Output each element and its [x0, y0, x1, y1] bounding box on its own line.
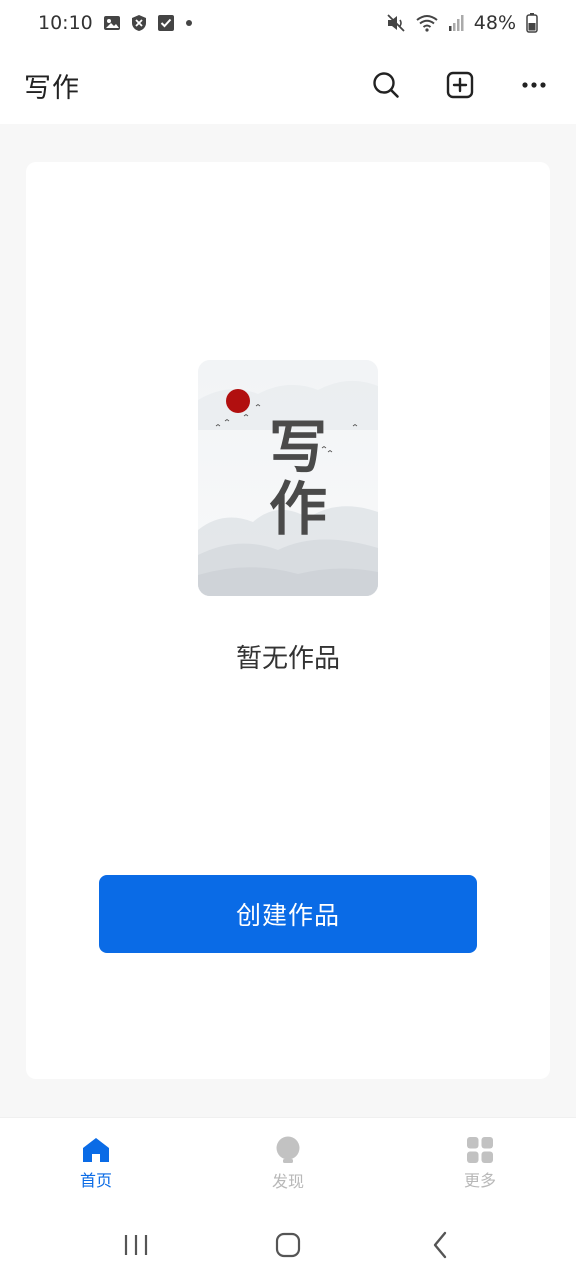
recent-apps-button[interactable] — [112, 1221, 160, 1269]
status-bar: 10:10 48% — [0, 0, 576, 46]
empty-state-text: 暂无作品 — [235, 644, 340, 674]
landscape-illustration: 写作 — [198, 360, 378, 596]
create-work-button[interactable]: 创建作品 — [99, 875, 477, 953]
status-right: 48% — [386, 12, 538, 34]
back-button[interactable] — [416, 1221, 464, 1269]
empty-works-card: 写作 暂无作品 创建作品 — [26, 162, 550, 1079]
signal-icon — [448, 15, 464, 31]
nav-item-more[interactable]: 更多 — [384, 1118, 576, 1209]
recent-apps-icon — [124, 1234, 148, 1255]
search-button[interactable] — [368, 67, 404, 103]
bulb-icon — [276, 1136, 300, 1163]
nav-label-home: 首页 — [79, 1170, 112, 1190]
home-system-button[interactable] — [264, 1221, 312, 1269]
writing-cover-image: 写作 — [198, 360, 378, 596]
app-bar: 写作 — [0, 46, 576, 124]
add-square-icon — [446, 71, 474, 99]
home-square-icon — [275, 1232, 301, 1257]
battery-percent: 48% — [473, 12, 516, 34]
nav-item-discover[interactable]: 发现 — [192, 1118, 384, 1209]
status-time: 10:10 — [38, 12, 93, 34]
shield-x-icon — [131, 14, 147, 32]
page-title: 写作 — [24, 72, 80, 104]
app-actions — [368, 67, 552, 103]
dot-icon — [185, 19, 193, 27]
search-icon — [373, 72, 399, 98]
grid-icon — [467, 1136, 493, 1163]
wifi-icon — [416, 14, 438, 32]
back-chevron-icon — [433, 1231, 447, 1258]
cover-title: 写作 — [259, 416, 327, 540]
bottom-nav: 首页 发现 更多 — [0, 1117, 576, 1209]
home-icon — [83, 1137, 109, 1162]
more-button[interactable] — [516, 67, 552, 103]
system-nav-bar — [0, 1209, 576, 1280]
image-icon — [103, 14, 121, 32]
add-button[interactable] — [442, 67, 478, 103]
more-icon — [522, 82, 546, 88]
mute-icon — [386, 14, 406, 32]
checkbox-icon — [157, 14, 175, 32]
nav-label-more: 更多 — [463, 1170, 496, 1190]
battery-icon — [526, 13, 538, 33]
nav-label-discover: 发现 — [271, 1171, 304, 1191]
nav-item-home[interactable]: 首页 — [0, 1118, 192, 1209]
status-left: 10:10 — [38, 12, 193, 34]
